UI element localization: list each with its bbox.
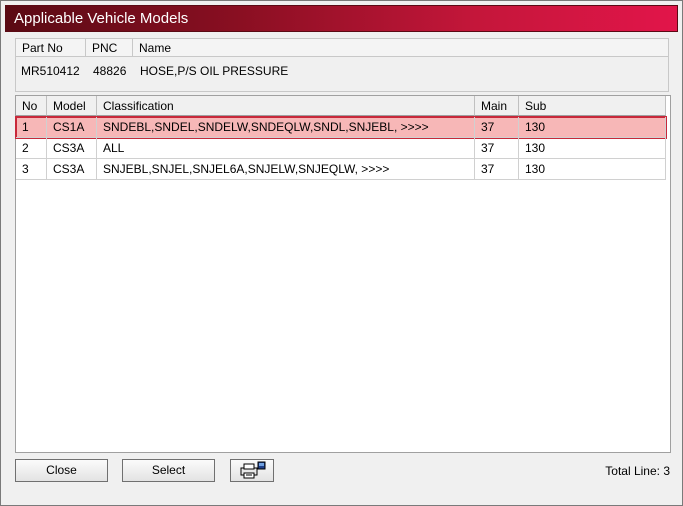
print-button[interactable] [230, 459, 274, 482]
column-header-sub[interactable]: Sub [519, 96, 666, 116]
table-row[interactable]: 3 CS3A SNJEBL,SNJEL,SNJEL6A,SNJELW,SNJEQ… [16, 159, 666, 180]
column-header-no[interactable]: No [16, 96, 47, 116]
title-bar[interactable]: Applicable Vehicle Models [5, 5, 678, 32]
row-no: 3 [16, 159, 47, 180]
applicable-vehicle-models-window: Applicable Vehicle Models Part No PNC Na… [0, 0, 683, 506]
row-sub: 130 [519, 117, 666, 138]
column-header-classification[interactable]: Classification [97, 96, 475, 116]
row-main: 37 [475, 159, 519, 180]
table-row[interactable]: 2 CS3A ALL 37 130 [16, 138, 666, 159]
column-header-model[interactable]: Model [47, 96, 97, 116]
pnc-header: PNC [86, 39, 133, 57]
row-model: CS1A [47, 117, 97, 138]
pnc-value: 48826 [93, 64, 127, 78]
part-info-panel: Part No PNC Name MR510412 48826 HOSE,P/S… [15, 38, 669, 92]
column-header-main[interactable]: Main [475, 96, 519, 116]
row-sub: 130 [519, 138, 666, 159]
name-header: Name [133, 39, 668, 57]
row-model: CS3A [47, 138, 97, 159]
row-main: 37 [475, 138, 519, 159]
row-no: 2 [16, 138, 47, 159]
row-model: CS3A [47, 159, 97, 180]
window-title: Applicable Vehicle Models [14, 10, 189, 27]
vehicle-models-table: No Model Classification Main Sub 1 CS1A … [15, 95, 671, 453]
table-row[interactable]: 1 CS1A SNDEBL,SNDEL,SNDELW,SNDEQLW,SNDL,… [15, 116, 667, 139]
row-classification: SNDEBL,SNDEL,SNDELW,SNDEQLW,SNDL,SNJEBL,… [97, 117, 475, 138]
row-classification: SNJEBL,SNJEL,SNJEL6A,SNJELW,SNJEQLW, >>>… [97, 159, 475, 180]
total-line-label: Total Line: 3 [605, 464, 670, 478]
printer-icon [240, 461, 266, 479]
close-button[interactable]: Close [15, 459, 108, 482]
dialog-body: Part No PNC Name MR510412 48826 HOSE,P/S… [5, 32, 678, 501]
part-no-header: Part No [16, 39, 86, 57]
row-sub: 130 [519, 159, 666, 180]
row-main: 37 [475, 117, 519, 138]
part-name-value: HOSE,P/S OIL PRESSURE [140, 64, 289, 78]
select-button[interactable]: Select [122, 459, 215, 482]
part-no-value: MR510412 [21, 64, 80, 78]
row-no: 1 [16, 117, 47, 138]
row-classification: ALL [97, 138, 475, 159]
